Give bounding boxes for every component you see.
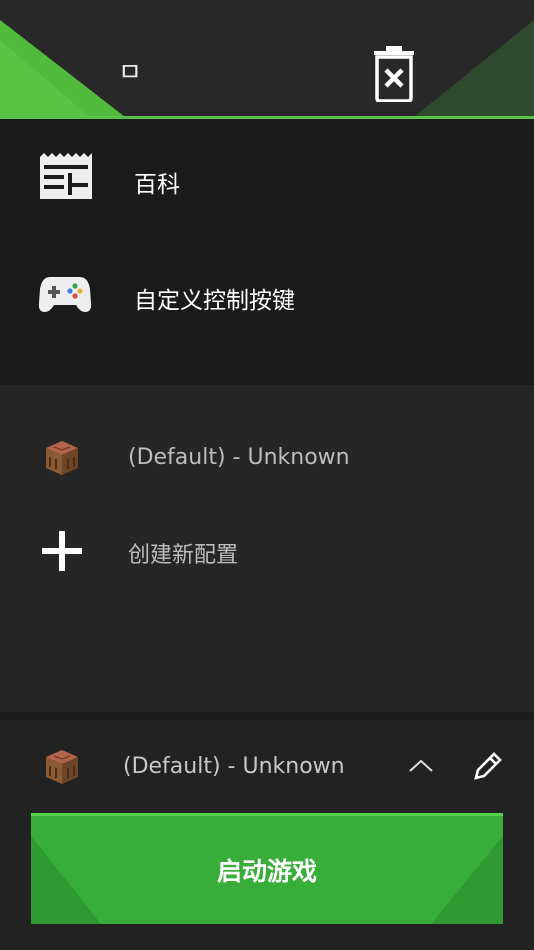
top-bar: ㅁ — [0, 0, 534, 117]
menu-item-label: 自定义控制按键 — [134, 288, 295, 314]
edit-pencil-icon[interactable] — [472, 750, 504, 782]
gamepad-icon — [38, 277, 92, 312]
delete-icon[interactable] — [372, 46, 416, 102]
wiki-news-icon — [40, 153, 92, 199]
profile-item-default[interactable]: (Default) - Unknown — [0, 423, 534, 493]
menu-item-custom-controls[interactable]: 自定义控制按键 — [0, 241, 534, 351]
menu-item-wiki[interactable]: 百科 — [0, 125, 534, 235]
chevron-up-icon[interactable] — [408, 758, 434, 774]
plus-icon — [42, 531, 82, 571]
main-menu: 百科 自定义控制按键 — [0, 119, 534, 385]
divider — [0, 712, 534, 720]
launch-game-button[interactable]: 启动游戏 — [31, 813, 503, 924]
create-profile-label: 创建新配置 — [128, 543, 239, 568]
create-profile-item[interactable]: 创建新配置 — [0, 515, 534, 585]
profile-item-label: (Default) - Unknown — [128, 445, 350, 470]
bottom-panel: (Default) - Unknown 启动游戏 — [0, 720, 534, 950]
menu-item-label: 百科 — [134, 172, 180, 198]
launch-game-label: 启动游戏 — [216, 857, 317, 886]
crafting-table-icon — [46, 750, 78, 784]
accent-triangle-right — [414, 20, 534, 117]
profile-list: (Default) - Unknown 创建新配置 — [0, 386, 534, 712]
crafting-table-icon — [46, 441, 78, 475]
toolbar-title: ㅁ — [118, 58, 142, 88]
selected-profile-label[interactable]: (Default) - Unknown — [123, 754, 345, 779]
